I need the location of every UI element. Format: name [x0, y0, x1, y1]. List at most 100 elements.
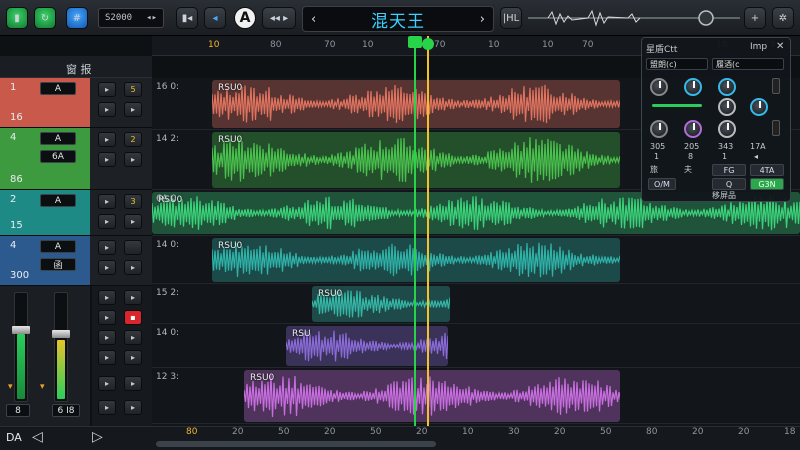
- slider[interactable]: [772, 78, 780, 94]
- track-lane[interactable]: 12 3: RSU0: [152, 368, 800, 424]
- playhead-yellow[interactable]: [427, 36, 429, 426]
- loop-icon-button[interactable]: ↻: [34, 7, 56, 29]
- plugin-button[interactable]: 4TA: [750, 164, 784, 176]
- horizontal-scrollbar[interactable]: [156, 441, 436, 447]
- time-value: S2000: [105, 13, 133, 23]
- mixer-btn[interactable]: ▸: [124, 330, 142, 345]
- audio-clip[interactable]: RSU0: [212, 80, 620, 128]
- knob[interactable]: [684, 120, 702, 138]
- plugin-select-2[interactable]: 履酒(c: [712, 58, 784, 70]
- mixer-btn[interactable]: ▸: [98, 400, 116, 415]
- snap-icon-button[interactable]: #: [66, 7, 88, 29]
- track-btn[interactable]: ▸: [124, 260, 142, 275]
- bottom-ruler-label: 20: [692, 427, 704, 437]
- knob[interactable]: [718, 120, 736, 138]
- mixer-btn[interactable]: ▸: [98, 330, 116, 345]
- track-header[interactable]: 2 15 A ▸ 3 ▸ ▸: [0, 190, 152, 236]
- time-display[interactable]: S2000 ◂▸: [98, 8, 164, 28]
- lane-label: 14 0:: [156, 328, 180, 338]
- plugin-on-button[interactable]: O/M: [648, 178, 676, 190]
- mixer-btn[interactable]: ▸: [124, 400, 142, 415]
- track-btn[interactable]: ▸: [98, 152, 116, 167]
- audio-clip[interactable]: RSU0: [244, 370, 620, 422]
- marker-button[interactable]: ▮◂: [176, 7, 198, 29]
- audio-clip[interactable]: RSU0: [312, 286, 450, 322]
- waveform-view-button[interactable]: |HL: [500, 7, 522, 29]
- track-solo-button[interactable]: 2: [124, 132, 142, 147]
- knob[interactable]: [684, 78, 702, 96]
- ruler-label: 10: [488, 40, 500, 50]
- title-prev-icon[interactable]: ‹: [311, 12, 316, 27]
- loop-marker[interactable]: [422, 38, 434, 50]
- mixer-btn[interactable]: ▸: [98, 350, 116, 365]
- back-button[interactable]: ◂: [204, 7, 226, 29]
- mixer-btn[interactable]: ▸: [124, 376, 142, 391]
- left-channel-label: 8: [6, 404, 30, 417]
- plugin-button[interactable]: Q: [712, 178, 746, 190]
- knob[interactable]: [650, 120, 668, 138]
- mixer-btn[interactable]: ▸: [124, 290, 142, 305]
- record-icon-button[interactable]: ▮: [6, 7, 28, 29]
- playhead-green[interactable]: [414, 36, 416, 426]
- bottom-ruler-label: 20: [738, 427, 750, 437]
- mixer-btn[interactable]: ▸: [98, 290, 116, 305]
- skip-button[interactable]: ◂◂ ▸: [262, 7, 296, 29]
- track-name-field[interactable]: A: [40, 132, 76, 145]
- automation-button[interactable]: A: [234, 7, 256, 29]
- track-mute-button[interactable]: ▸: [98, 132, 116, 147]
- close-icon[interactable]: ✕: [776, 41, 784, 52]
- track-btn[interactable]: ▸: [98, 102, 116, 117]
- plugin-imp-label: Imp: [750, 42, 768, 52]
- track-lane[interactable]: 14 0: RSU: [152, 324, 800, 368]
- track-mute-button[interactable]: ▸: [98, 82, 116, 97]
- plugin-button[interactable]: FG: [712, 164, 746, 176]
- title-next-icon[interactable]: ›: [480, 12, 485, 27]
- playhead-green-handle[interactable]: [408, 36, 422, 48]
- knob[interactable]: [718, 78, 736, 96]
- track-header[interactable]: 4 86 A 6A ▸ 2 ▸ ▸: [0, 128, 152, 190]
- track-lane[interactable]: 14 0: RSU0: [152, 236, 800, 284]
- clip-label: RSU0: [218, 83, 243, 93]
- audio-clip[interactable]: RSU: [286, 326, 448, 366]
- mixer-btn[interactable]: ▸: [98, 376, 116, 391]
- left-volume-fader[interactable]: [12, 292, 30, 402]
- knob[interactable]: [718, 98, 736, 116]
- audio-clip[interactable]: RSU0: [212, 238, 620, 282]
- track-solo-button[interactable]: 5: [124, 82, 142, 97]
- track-header[interactable]: 4 300 A 函 ▸ ▸ ▸: [0, 236, 152, 286]
- add-track-button[interactable]: +: [744, 7, 766, 29]
- mixer-btn[interactable]: ▸: [124, 350, 142, 365]
- plugin-gain-button[interactable]: G3N: [750, 178, 784, 190]
- track-name-field[interactable]: A: [40, 240, 76, 253]
- track-btn[interactable]: ▸: [124, 214, 142, 229]
- plugin-select-1[interactable]: 盟朗(c): [646, 58, 708, 70]
- track-mute-button[interactable]: ▸: [98, 240, 116, 255]
- mixer-btn[interactable]: ▸: [98, 310, 116, 325]
- track-name-field[interactable]: A: [40, 194, 76, 207]
- track-name-field-2[interactable]: 6A: [40, 150, 76, 163]
- slider[interactable]: [772, 120, 780, 136]
- track-header[interactable]: 1 16 A ▸ 5 ▸ ▸: [0, 78, 152, 128]
- plugin-panel: 星盾Ctt Imp ✕ 盟朗(c) 履酒(c 305 205 343 17A 1…: [641, 37, 791, 202]
- next-icon[interactable]: ▷: [92, 429, 103, 445]
- knob[interactable]: [650, 78, 668, 96]
- green-slider[interactable]: [652, 104, 702, 107]
- track-lane[interactable]: 15 2: RSU0: [152, 284, 800, 324]
- track-btn[interactable]: ▸: [124, 102, 142, 117]
- record-arm-button[interactable]: ▪: [124, 310, 142, 325]
- track-btn[interactable]: ▸: [98, 260, 116, 275]
- project-title-box[interactable]: ‹ 混天王 ›: [302, 6, 494, 32]
- track-solo-button[interactable]: [124, 240, 142, 255]
- right-volume-fader[interactable]: [52, 292, 70, 402]
- prev-icon[interactable]: ◁: [32, 429, 43, 445]
- track-name-field[interactable]: A: [40, 82, 76, 95]
- track-solo-button[interactable]: 3: [124, 194, 142, 209]
- track-name-field-2[interactable]: 函: [40, 258, 76, 271]
- knob[interactable]: [750, 98, 768, 116]
- settings-gear-icon[interactable]: ✲: [772, 7, 794, 29]
- track-btn[interactable]: ▸: [98, 214, 116, 229]
- master-waveform-scrubber[interactable]: [528, 8, 740, 28]
- track-btn[interactable]: ▸: [124, 152, 142, 167]
- track-mute-button[interactable]: ▸: [98, 194, 116, 209]
- audio-clip[interactable]: RSU0: [212, 132, 620, 188]
